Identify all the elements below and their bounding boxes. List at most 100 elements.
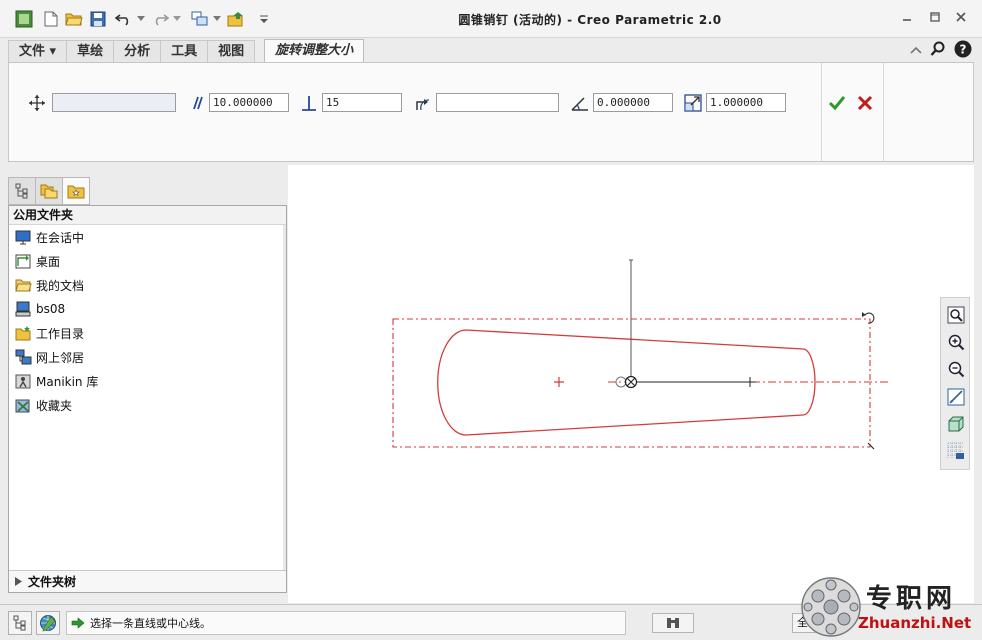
dashboard-divider [883, 63, 884, 161]
normal-offset-input[interactable]: 15 [322, 93, 402, 112]
repaint-icon[interactable] [945, 386, 967, 408]
tab-tools[interactable]: 工具 [160, 40, 209, 62]
search-icon[interactable] [930, 41, 946, 60]
scale-input[interactable]: 1.000000 [706, 93, 786, 112]
nav-item-manikin-library[interactable]: Manikin 库 [9, 369, 286, 393]
nav-item-working-directory[interactable]: 工作目录 [9, 321, 286, 345]
zoom-out-icon[interactable] [945, 358, 967, 380]
undo-icon[interactable] [114, 10, 134, 28]
nav-item-label: 在会话中 [36, 230, 85, 245]
nav-item-label: Manikin 库 [36, 374, 99, 389]
network-icon [14, 348, 32, 366]
toggle-navigator-button[interactable] [8, 611, 32, 635]
folder-tree-toggle[interactable]: 文件夹树 [9, 570, 286, 592]
navigator-panel: 公用文件夹 在会话中 桌面 我的文档 bs08 工作目录 网上邻居 Maniki… [8, 205, 287, 593]
navigator-tabs [8, 177, 90, 205]
status-message: 选择一条直线或中心线。 [90, 617, 211, 630]
nav-item-favorites[interactable]: 收藏夹 [9, 393, 286, 417]
folder-open-icon [14, 276, 32, 294]
rotation-reference-field[interactable] [436, 93, 559, 112]
parallel-offset-input[interactable]: 10.000000 [209, 93, 289, 112]
windows-icon[interactable] [226, 10, 248, 28]
tab-view[interactable]: 视图 [207, 40, 256, 62]
new-file-icon[interactable] [42, 10, 60, 28]
refit-icon[interactable] [945, 304, 967, 326]
watermark: 专职网 Zhuanzhi.Net [800, 576, 980, 638]
dashboard-divider [821, 63, 822, 161]
title-bar: 圆锥销钉 (活动的) - Creo Parametric 2.0 [0, 0, 982, 38]
redo-dropdown-icon[interactable] [172, 10, 182, 28]
nav-item-my-documents[interactable]: 我的文档 [9, 273, 286, 297]
customize-toolbar-icon[interactable] [258, 10, 270, 28]
perpendicular-icon [299, 93, 319, 113]
help-icon[interactable]: ? [954, 40, 972, 61]
desktop-icon [14, 252, 32, 270]
nav-item-label: 我的文档 [36, 278, 85, 293]
save-icon[interactable] [88, 10, 108, 28]
reference-field[interactable] [52, 93, 176, 112]
folder-browser-tab[interactable] [35, 177, 63, 205]
watermark-url: Zhuanzhi.Net [858, 614, 972, 632]
collapse-ribbon-icon[interactable] [910, 44, 922, 58]
ribbon-tabs: 文件 ▾ 草绘 分析 工具 视图 旋转调整大小 [8, 39, 365, 63]
model-tree-tab[interactable] [8, 177, 36, 205]
nav-item-in-session[interactable]: 在会话中 [9, 225, 286, 249]
open-file-icon[interactable] [64, 10, 84, 28]
monitor-icon [14, 228, 32, 246]
tab-file[interactable]: 文件 ▾ [8, 40, 68, 62]
sketcher-display-icon[interactable] [945, 440, 967, 462]
minimize-button[interactable] [898, 11, 916, 27]
undo-dropdown-icon[interactable] [136, 10, 146, 28]
expand-arrow-icon [15, 577, 22, 586]
nav-item-bs08[interactable]: bs08 [9, 297, 286, 321]
manikin-icon [14, 372, 32, 390]
toggle-browser-button[interactable] [36, 611, 60, 635]
favorites-icon [14, 396, 32, 414]
soccer-ball-logo [801, 577, 861, 637]
scale-icon [683, 93, 703, 113]
zoom-in-icon[interactable] [945, 331, 967, 353]
redo-icon[interactable] [150, 10, 170, 28]
favorites-tab[interactable] [62, 177, 90, 205]
maximize-button[interactable] [926, 11, 944, 27]
rotate-resize-dashboard: 10.000000 15 0.000000 1.000000 [8, 62, 974, 162]
creo-app-icon [14, 10, 34, 28]
rotation-reference-icon [413, 93, 433, 113]
watermark-brand: 专职网 [866, 584, 957, 614]
message-area: 选择一条直线或中心线。 [66, 611, 626, 635]
center-point-mark [554, 377, 564, 387]
ribbon-help-group: ? [910, 40, 972, 61]
window-title: 圆锥销钉 (活动的) - Creo Parametric 2.0 [458, 13, 722, 27]
accept-check-icon[interactable] [827, 93, 847, 113]
angle-input[interactable]: 0.000000 [593, 93, 673, 112]
svg-text:?: ? [960, 43, 967, 57]
nav-item-network[interactable]: 网上邻居 [9, 345, 286, 369]
parallel-icon [187, 93, 207, 113]
graphics-view-toolbar [940, 297, 970, 470]
nav-item-label: bs08 [36, 302, 66, 316]
tab-sketch[interactable]: 草绘 [66, 40, 115, 62]
nav-item-label: 工作目录 [36, 326, 85, 341]
regenerate-dropdown-icon[interactable] [212, 10, 222, 28]
tab-rotate-resize[interactable]: 旋转调整大小 [264, 39, 365, 63]
nav-item-label: 桌面 [36, 254, 61, 269]
folder-tree-label: 文件夹树 [28, 575, 77, 589]
sketch-canvas[interactable] [288, 165, 974, 603]
common-folders-header: 公用文件夹 [9, 206, 286, 225]
angle-icon [570, 93, 590, 113]
nav-item-label: 网上邻居 [36, 350, 85, 365]
close-window-button[interactable] [952, 11, 970, 27]
nav-item-label: 收藏夹 [36, 398, 73, 413]
cancel-x-icon[interactable] [855, 93, 875, 113]
graphics-window[interactable] [288, 165, 974, 603]
computer-icon [14, 300, 32, 318]
prompt-arrow-icon [71, 617, 85, 629]
navigator-scrollbar[interactable] [283, 225, 286, 570]
find-filter-button[interactable] [652, 613, 694, 633]
working-folder-icon [14, 324, 32, 342]
display-style-icon[interactable] [945, 413, 967, 435]
nav-item-desktop[interactable]: 桌面 [9, 249, 286, 273]
scale-handle [867, 442, 875, 450]
tab-analysis[interactable]: 分析 [113, 40, 162, 62]
regenerate-icon[interactable] [190, 10, 210, 28]
